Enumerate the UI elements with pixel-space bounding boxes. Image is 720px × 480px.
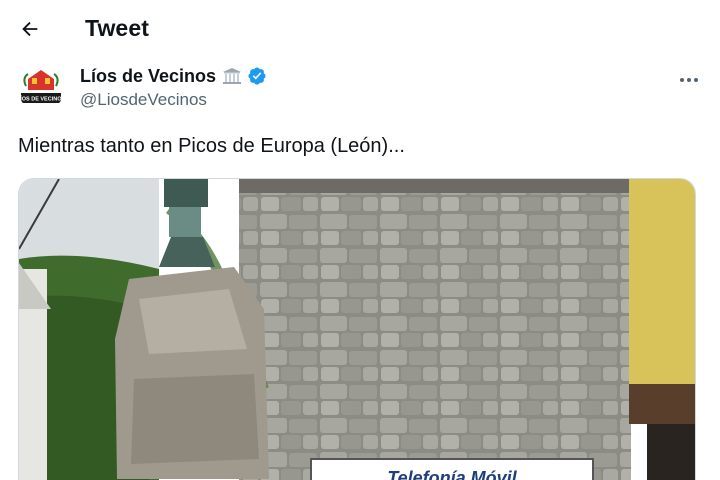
classical-building-icon — [223, 68, 242, 84]
avatar[interactable]: LÍOS DE VECINOS — [18, 66, 64, 112]
tweet-text: Mientras tanto en Picos de Europa (León)… — [18, 135, 405, 157]
tweet-author: LÍOS DE VECINOS Líos de Vecinos @LiosdeV… — [18, 64, 708, 112]
back-button[interactable] — [14, 13, 46, 45]
author-handle[interactable]: @LiosdeVecinos — [80, 90, 267, 110]
more-options-icon — [680, 78, 698, 82]
tweet-header: Tweet — [0, 0, 720, 58]
sign-text: Telefonía Móvil — [387, 468, 517, 480]
arrow-left-icon — [22, 21, 38, 37]
tweet-media-photo[interactable]: Telefonía Móvil — [18, 178, 696, 480]
more-options-button[interactable] — [676, 70, 702, 90]
verified-badge-icon — [248, 67, 266, 85]
avatar-text: LÍOS DE VECINOS — [18, 95, 64, 103]
page-title: Tweet — [85, 15, 149, 41]
display-name[interactable]: Líos de Vecinos — [80, 66, 216, 87]
